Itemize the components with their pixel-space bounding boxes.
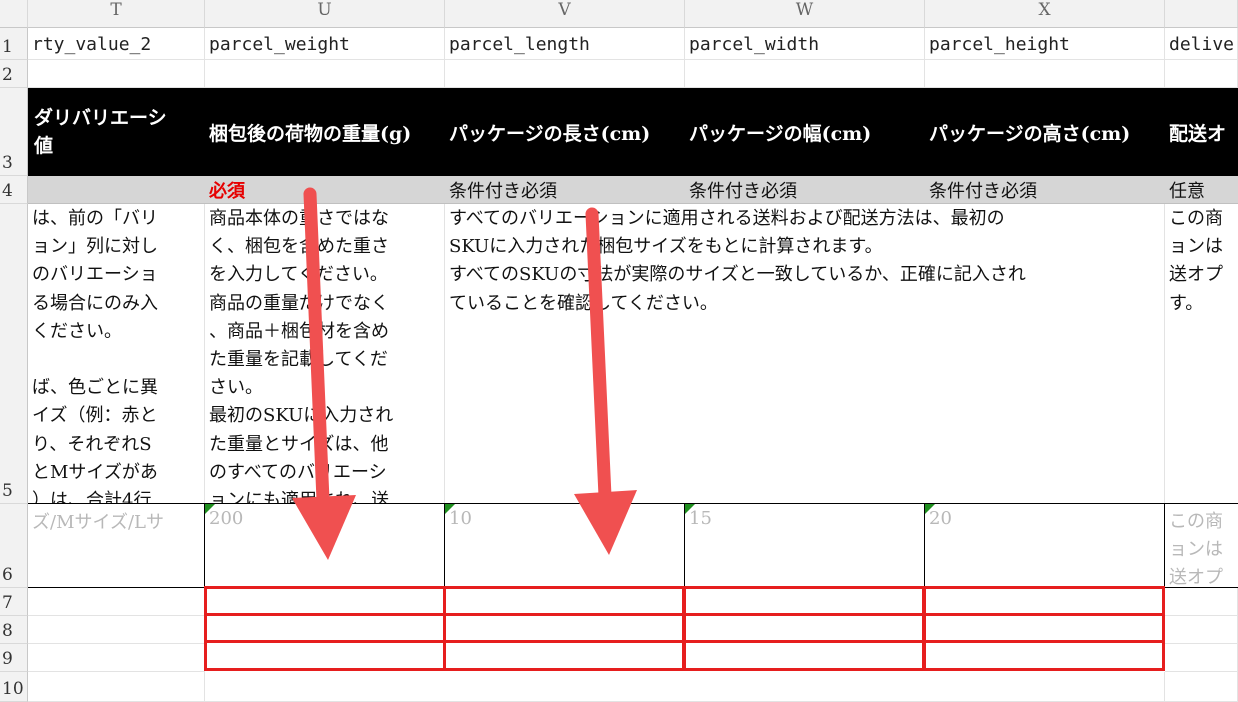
annotation-arrow-left: [292, 187, 356, 560]
spreadsheet: T U V W X 1 2 3 4 5 6 7 8 9 10 rty_value…: [0, 0, 1238, 702]
annotation-arrows: [292, 187, 637, 560]
annotation-arrow-right: [574, 207, 637, 555]
